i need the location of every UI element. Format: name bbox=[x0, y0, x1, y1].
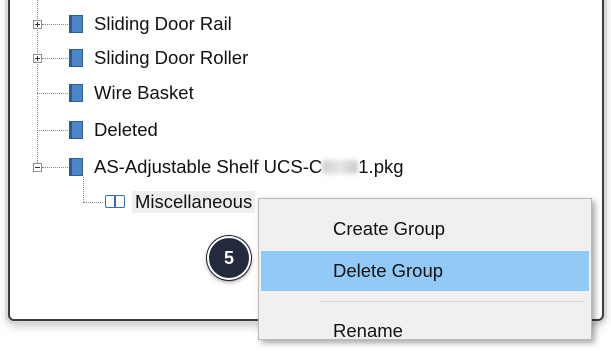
tree-connector bbox=[42, 167, 68, 168]
blue-book-icon bbox=[69, 15, 83, 33]
tree-connector bbox=[83, 177, 84, 202]
menu-item-create-group[interactable]: Create Group bbox=[261, 209, 589, 249]
menu-item-label: Create Group bbox=[333, 218, 446, 239]
package-name-suffix: 1.pkg bbox=[358, 156, 404, 177]
redacted-text bbox=[322, 160, 359, 174]
menu-item-label: Delete Group bbox=[333, 260, 444, 281]
tree-connector bbox=[42, 24, 68, 25]
blue-book-icon bbox=[69, 158, 83, 176]
open-book-icon bbox=[105, 195, 127, 209]
menu-item-delete-group[interactable]: Delete Group bbox=[261, 251, 589, 291]
blue-book-icon bbox=[69, 121, 83, 139]
expand-plus-icon[interactable] bbox=[33, 54, 42, 63]
tree-connector bbox=[83, 202, 103, 203]
step-number-badge: 5 bbox=[207, 236, 251, 280]
context-menu: Create Group Delete Group Rename bbox=[258, 198, 592, 341]
tree-connector bbox=[42, 58, 68, 59]
tree-item-label: AS-Adjustable Shelf UCS-C 1.pkg bbox=[94, 156, 404, 178]
menu-item-rename[interactable]: Rename bbox=[261, 311, 589, 351]
tree-item-label: Sliding Door Roller bbox=[94, 47, 249, 68]
blue-book-icon bbox=[69, 49, 83, 67]
expand-plus-icon[interactable] bbox=[33, 20, 42, 29]
tree-item-label: Miscellaneous bbox=[132, 191, 256, 213]
tree-item-label: Wire Basket bbox=[94, 82, 194, 103]
collapse-minus-icon[interactable] bbox=[33, 163, 42, 172]
menu-separator bbox=[319, 301, 585, 302]
tree-item-label: Deleted bbox=[94, 119, 158, 140]
package-name-prefix: AS-Adjustable Shelf UCS-C bbox=[94, 156, 323, 177]
blue-book-icon bbox=[69, 84, 83, 102]
tree-connector bbox=[37, 130, 68, 131]
tree-item-label: Sliding Door Rail bbox=[94, 13, 232, 34]
tree-connector bbox=[37, 93, 68, 94]
